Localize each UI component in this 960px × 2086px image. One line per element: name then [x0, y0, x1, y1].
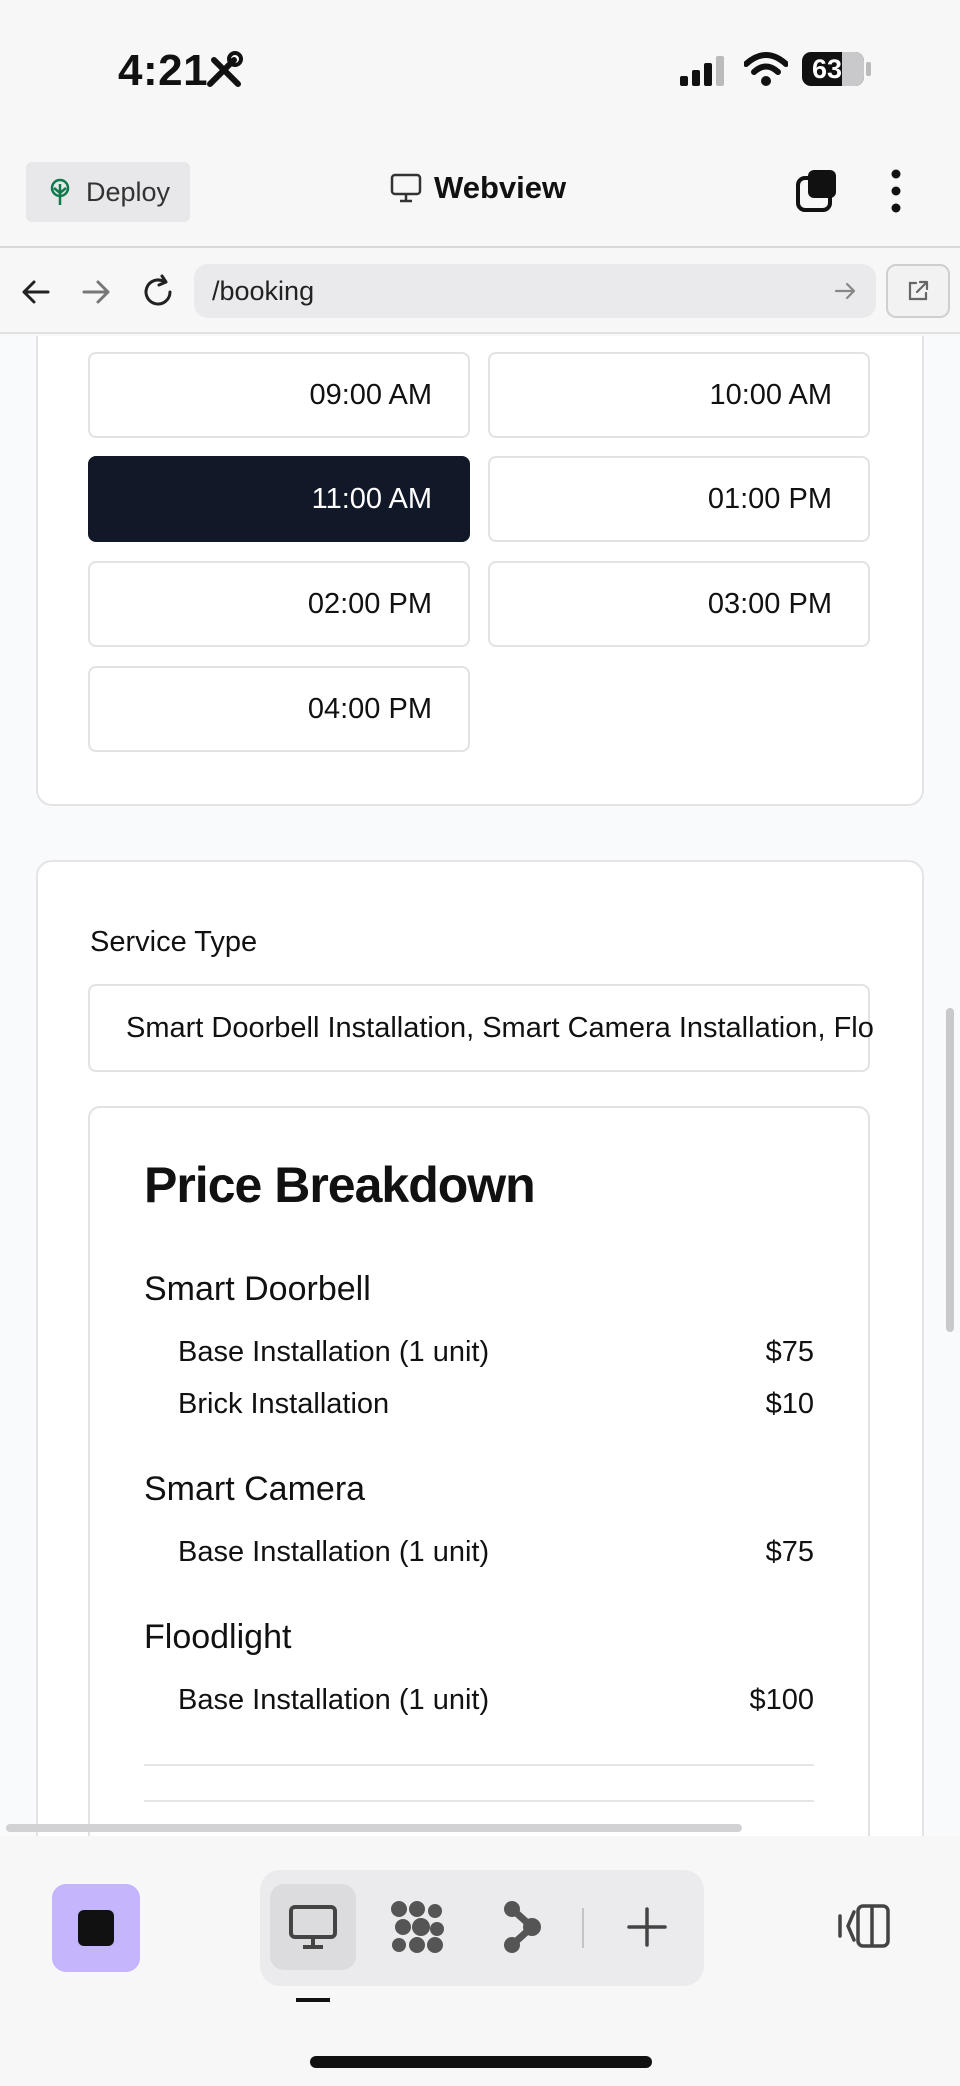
price-line-label: Base Installation (1 unit) — [178, 1684, 490, 1716]
section-smart-doorbell: Smart Doorbell — [144, 1270, 371, 1308]
section-smart-camera: Smart Camera — [144, 1470, 366, 1508]
time-slot-1000[interactable]: 10:00 AM — [488, 352, 870, 438]
vertical-scrollbar[interactable] — [946, 1008, 954, 1332]
price-line-amount: $10 — [765, 1388, 814, 1420]
webview-title: Webview — [390, 170, 566, 206]
time-slot-1600[interactable]: 04:00 PM — [88, 666, 470, 752]
back-arrow-icon[interactable] — [20, 276, 52, 308]
graph-tab[interactable] — [374, 1884, 460, 1970]
active-tab-indicator — [296, 1998, 330, 2002]
cellular-signal-icon — [680, 56, 724, 86]
battery-tip — [866, 62, 871, 76]
tabs-icon[interactable] — [794, 168, 840, 214]
service-type-label: Service Type — [90, 926, 258, 958]
tools-icon — [207, 51, 243, 87]
wifi-icon — [744, 52, 788, 86]
webview-tab[interactable] — [270, 1884, 356, 1970]
reload-icon[interactable] — [140, 274, 176, 310]
url-text: /booking — [212, 275, 315, 306]
stop-button[interactable] — [52, 1884, 140, 1972]
deploy-button[interactable]: Deploy — [26, 162, 190, 222]
nodes-cluster-icon — [391, 1901, 444, 1953]
go-arrow-icon[interactable] — [834, 280, 858, 302]
price-line: Base Installation (1 unit) $75 — [178, 1336, 814, 1369]
time-slot-0900[interactable]: 09:00 AM — [88, 352, 470, 438]
price-breakdown-card: Price Breakdown Smart Doorbell Base Inst… — [88, 1106, 870, 1836]
webview-header: Deploy Webview — [0, 140, 960, 248]
time-slot-1100[interactable]: 11:00 AM — [88, 456, 470, 542]
section-floodlight: Floodlight — [144, 1618, 292, 1656]
panel-toggle-icon[interactable] — [836, 1902, 892, 1950]
bottom-toolbar — [0, 1836, 960, 2086]
toolbar-separator — [582, 1908, 584, 1948]
forward-arrow-icon[interactable] — [80, 276, 112, 308]
branch-icon — [504, 1901, 541, 1953]
address-bar: /booking — [0, 250, 960, 334]
external-link-icon — [908, 280, 929, 301]
battery-indicator: 63 — [802, 52, 864, 86]
more-menu-icon[interactable] — [884, 168, 908, 214]
price-breakdown-title: Price Breakdown — [144, 1157, 536, 1213]
divider — [144, 1800, 814, 1802]
status-time: 4:21 — [118, 46, 209, 95]
monitor-icon — [390, 173, 422, 203]
page-content: 09:00 AM 10:00 AM 11:00 AM 01:00 PM 02:0… — [0, 336, 960, 1836]
plus-icon — [627, 1907, 667, 1947]
price-line-label: Base Installation (1 unit) — [178, 1336, 490, 1368]
time-slot-1500[interactable]: 03:00 PM — [488, 561, 870, 647]
deploy-label: Deploy — [86, 176, 171, 207]
price-line-amount: $100 — [749, 1684, 814, 1716]
horizontal-scrollbar[interactable] — [6, 1824, 742, 1832]
webview-title-text: Webview — [434, 170, 567, 205]
monitor-icon — [289, 1905, 337, 1949]
price-line-amount: $75 — [765, 1336, 814, 1368]
service-type-field[interactable]: Smart Doorbell Installation, Smart Camer… — [88, 984, 874, 1072]
time-slot-1300[interactable]: 01:00 PM — [488, 456, 870, 542]
price-line-label: Brick Installation — [178, 1388, 390, 1420]
status-bar: 4:21 63 — [0, 0, 960, 140]
price-line: Base Installation (1 unit) $100 — [178, 1684, 814, 1717]
url-input[interactable]: /booking — [194, 264, 876, 318]
open-external-button[interactable] — [886, 264, 950, 318]
price-line-amount: $75 — [765, 1536, 814, 1568]
price-line-label: Base Installation (1 unit) — [178, 1536, 490, 1568]
price-line: Base Installation (1 unit) $75 — [178, 1536, 814, 1569]
price-line: Brick Installation $10 — [178, 1388, 814, 1421]
agent-tab[interactable] — [478, 1884, 564, 1970]
home-indicator[interactable] — [310, 2056, 652, 2068]
stop-icon — [78, 1910, 114, 1946]
add-tab-button[interactable] — [604, 1884, 690, 1970]
service-type-value: Smart Doorbell Installation, Smart Camer… — [126, 1011, 874, 1044]
deploy-tree-icon — [50, 178, 70, 205]
divider — [144, 1764, 814, 1766]
time-slot-1400[interactable]: 02:00 PM — [88, 561, 470, 647]
view-switcher — [260, 1870, 704, 1986]
